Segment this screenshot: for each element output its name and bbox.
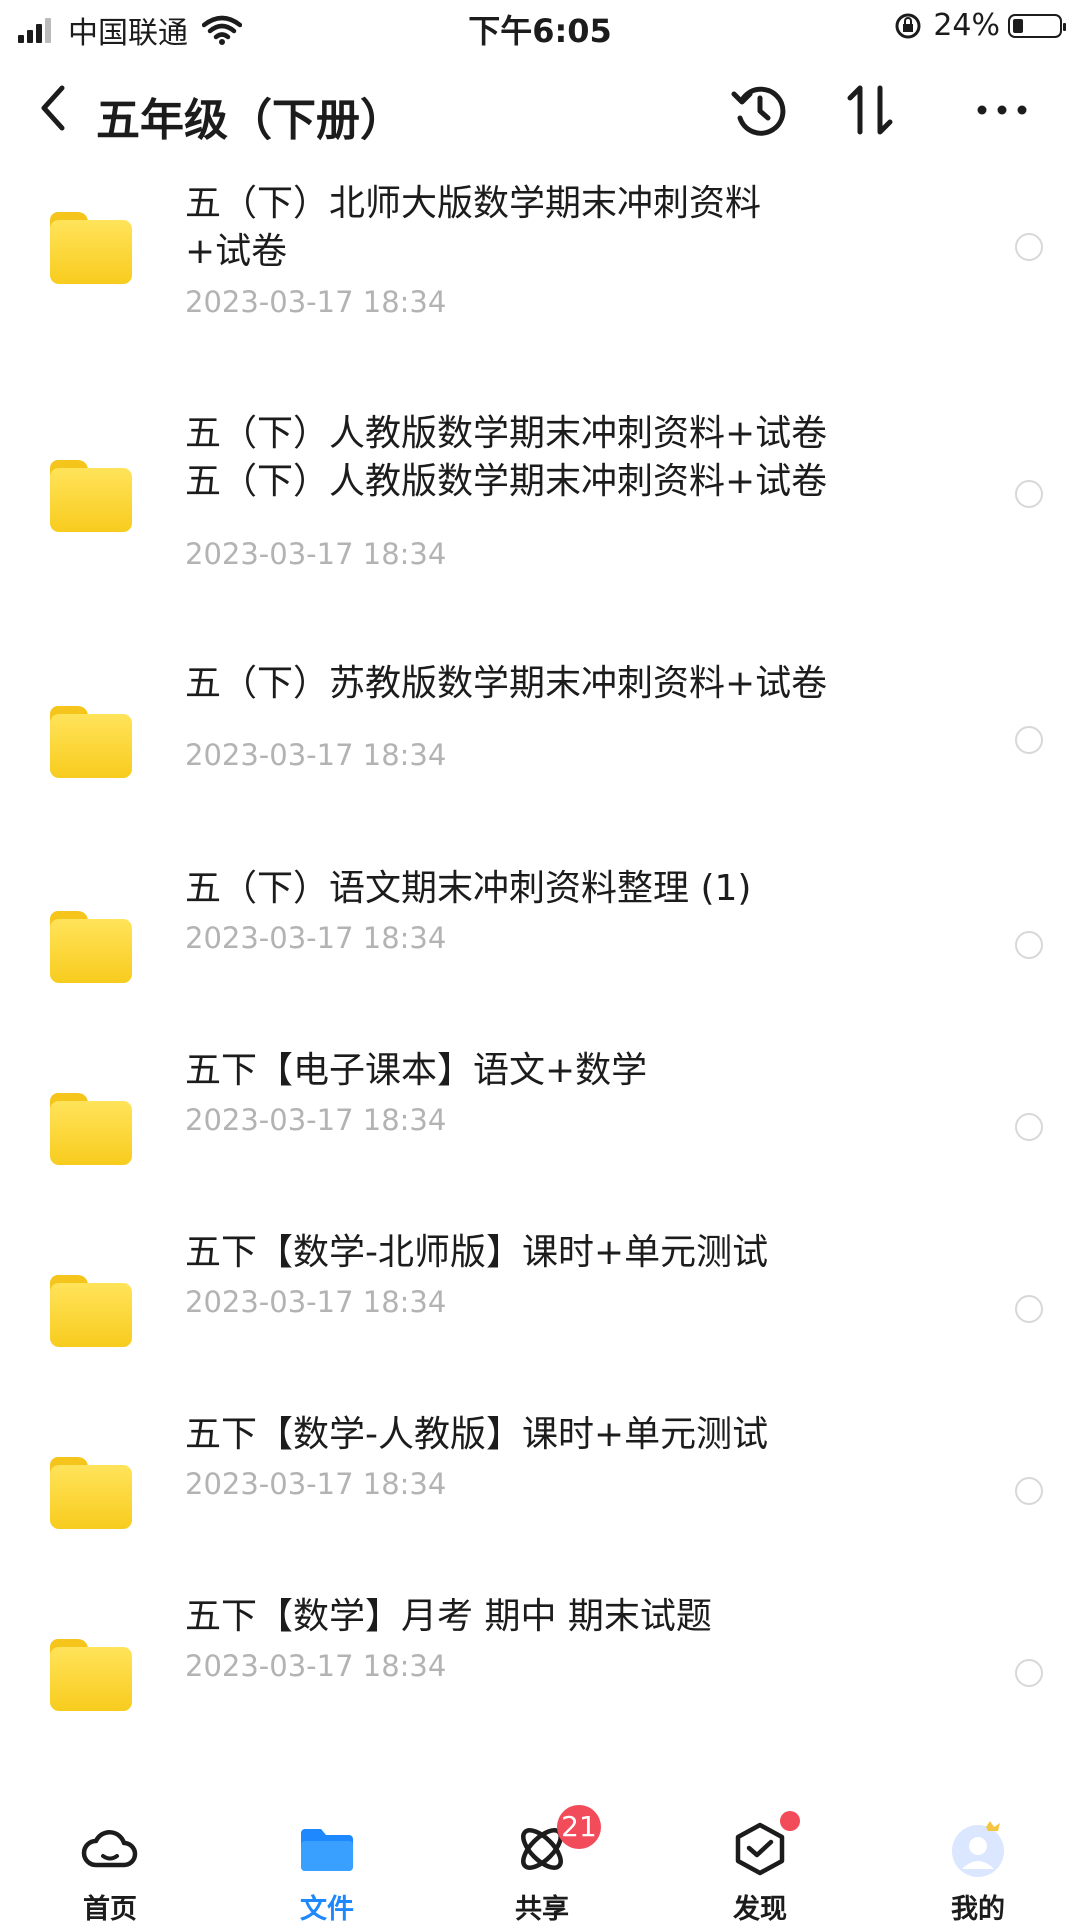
file-date: 2023-03-17 18:34 [185,921,447,955]
tab-share[interactable]: 21 共享 [462,1795,622,1925]
more-icon[interactable] [970,78,1034,142]
select-radio[interactable] [1015,1113,1043,1141]
file-date: 2023-03-17 18:34 [185,1467,447,1501]
history-icon[interactable] [728,78,792,142]
select-radio[interactable] [1015,480,1043,508]
discover-icon [735,1822,785,1876]
folder-icon [50,1639,132,1711]
avatar-icon [952,1821,1004,1877]
file-name: 五下【电子课本】语文+数学 [185,1050,648,1091]
nav-bar: 五年级（下册） [0,64,1080,154]
file-date: 2023-03-17 18:34 [185,1285,447,1319]
folder-icon [50,911,132,983]
tab-label: 共享 [515,1894,569,1925]
battery-percent: 24% [933,8,1000,43]
file-name: 五下【数学】月考 期中 期末试题 [185,1596,712,1637]
folder-icon [50,1093,132,1165]
folder-icon [50,212,132,284]
tab-discover[interactable]: 发现 [680,1795,840,1925]
tab-label: 发现 [733,1894,787,1925]
battery-icon [1008,13,1066,38]
file-name: 五下【数学-人教版】课时+单元测试 [185,1414,769,1455]
rotation-lock-icon [895,13,921,38]
select-radio[interactable] [1015,233,1043,261]
status-bar: 中国联通 下午6:05 24% [0,0,1080,56]
tab-files[interactable]: 文件 [247,1795,407,1925]
status-right: 24% [893,8,1066,43]
folder-icon [50,1275,132,1347]
folder-icon [50,460,132,532]
tab-me[interactable]: 我的 [898,1795,1058,1925]
page-title: 五年级（下册） [96,95,404,146]
folder-icon [50,706,132,778]
file-date: 2023-03-17 18:34 [185,1103,447,1137]
folder-icon [50,1457,132,1529]
select-radio[interactable] [1015,1659,1043,1687]
folder-icon [301,1829,353,1871]
tab-label: 文件 [300,1894,354,1925]
file-date: 2023-03-17 18:34 [185,738,447,772]
bottom-tab-bar: 首页 文件 21 共享 发现 我的 [0,1795,1080,1925]
select-radio[interactable] [1015,931,1043,959]
tab-label: 首页 [83,1894,137,1925]
file-date: 2023-03-17 18:34 [185,1649,447,1683]
sort-icon[interactable] [838,78,902,142]
select-radio[interactable] [1015,1477,1043,1505]
file-name: 五（下）北师大版数学期末冲刺资料 +试卷 [185,183,762,272]
tab-home[interactable]: 首页 [30,1795,190,1925]
notification-dot [780,1811,800,1831]
select-radio[interactable] [1015,1295,1043,1323]
file-name: 五（下）人教版数学期末冲刺资料+试卷 五（下）人教版数学期末冲刺资料+试卷 [185,413,828,502]
file-name: 五（下）苏教版数学期末冲刺资料+试卷 [185,663,828,704]
tab-label: 我的 [951,1894,1005,1925]
select-radio[interactable] [1015,726,1043,754]
file-date: 2023-03-17 18:34 [185,537,447,571]
back-icon[interactable] [32,78,76,138]
file-name: 五下【数学-北师版】课时+单元测试 [185,1232,769,1273]
notification-badge: 21 [557,1805,601,1849]
cloud-icon [81,1830,138,1868]
file-date: 2023-03-17 18:34 [185,285,447,319]
file-name: 五（下）语文期末冲刺资料整理 (1) [185,868,752,909]
